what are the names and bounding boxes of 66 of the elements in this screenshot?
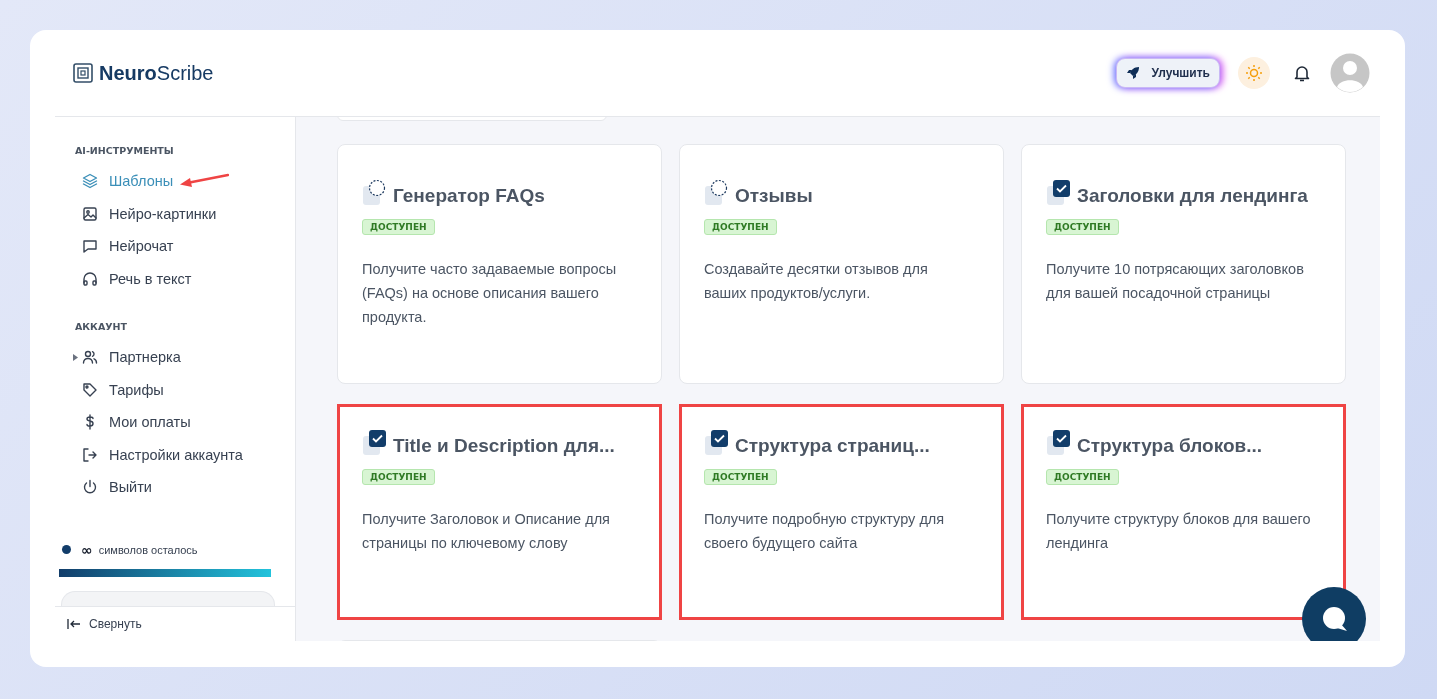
image-icon — [82, 205, 98, 222]
sidebar-item[interactable]: Тарифы — [82, 381, 164, 398]
template-card[interactable]: Заголовки для лендинга ДОСТУПЕН Получите 10 потрясающих заголовков для вашей посадочной страницы — [1021, 144, 1346, 384]
card-title: Title и Description для... — [393, 435, 615, 457]
logo-icon — [73, 63, 93, 83]
card-description: Получите 10 потрясающих заголовков для вашей посадочной страницы — [1046, 260, 1305, 303]
chat-button[interactable] — [1302, 587, 1366, 641]
sidebar-item[interactable]: Нейрочат — [82, 238, 174, 255]
checkbox-icon — [1046, 429, 1072, 457]
theme-toggle[interactable] — [1238, 57, 1270, 89]
card-description: Создавайте десятки отзывов для ваших продуктов/услуги. — [704, 260, 929, 303]
annotation-arrow — [179, 173, 230, 190]
status-badge: ДОСТУПЕН — [704, 469, 777, 485]
sidebar-item[interactable]: Нейро-картинки — [82, 205, 217, 222]
card-title: Заголовки для лендинга — [1077, 185, 1308, 207]
checkbox-icon — [704, 429, 730, 457]
card-title: Структура блоков... — [1077, 435, 1263, 457]
template-card[interactable]: Отзывы ДОСТУПЕН Создавайте десятки отзывов для ваших продуктов/услуги. — [679, 144, 1004, 384]
rocket-icon — [1125, 66, 1140, 80]
collapse-icon — [67, 618, 81, 630]
card-title: Генератор FAQs — [393, 185, 545, 207]
chat-icon — [82, 238, 98, 255]
status-badge: ДОСТУПЕН — [362, 219, 435, 235]
collapse-link[interactable]: Свернуть — [67, 617, 142, 631]
status-badge: ДОСТУПЕН — [1046, 219, 1119, 235]
status-badge: ДОСТУПЕН — [1046, 469, 1119, 485]
headphones-icon — [82, 270, 98, 287]
dashed-circle-icon — [362, 179, 388, 207]
brand-name: NeuroScribe — [99, 61, 214, 85]
users-icon — [82, 349, 98, 366]
sidebar-item[interactable]: Выйти — [82, 479, 152, 496]
bell-icon[interactable] — [1292, 63, 1312, 83]
card-title: Структура страниц... — [735, 435, 930, 457]
card-description: Получите структуру блоков для вашего лендинга — [1046, 510, 1312, 553]
credits-label: символов осталось — [98, 543, 198, 556]
template-card[interactable]: Структура страниц... ДОСТУПЕН Получите подробную структуру для своего будущего сайта — [679, 404, 1004, 620]
sidebar-item[interactable]: Настройки аккаунта — [82, 446, 243, 463]
expand-caret-icon[interactable] — [73, 353, 78, 361]
sidebar-item[interactable]: Шаблоны — [82, 173, 174, 190]
exit-icon — [82, 446, 98, 463]
card-description: Получите подробную структуру для своего будущего сайта — [704, 510, 946, 553]
checkbox-icon — [1046, 179, 1072, 207]
card-description: Получите часто задаваемые вопросы (FAQs) на основе описания вашего продукта. — [362, 260, 618, 327]
avatar[interactable] — [1330, 53, 1370, 93]
section-heading: AI-ИНСТРУМЕНТЫ — [74, 145, 175, 156]
card-description: Получите Заголовок и Описание для страницы по ключевому слову — [362, 510, 611, 553]
promo-pill[interactable] — [61, 590, 275, 606]
status-badge: ДОСТУПЕН — [704, 219, 777, 235]
tag-icon — [82, 381, 98, 398]
upgrade-button[interactable]: Улучшить — [1115, 58, 1220, 88]
sidebar-item[interactable]: Речь в текст — [82, 270, 192, 287]
dashed-circle-icon — [704, 179, 730, 207]
layers-icon — [82, 173, 98, 190]
status-badge: ДОСТУПЕН — [362, 469, 435, 485]
sidebar-item[interactable]: Партнерка — [82, 349, 181, 366]
power-icon — [82, 479, 98, 496]
template-card[interactable]: Структура блоков... ДОСТУПЕН Получите структуру блоков для вашего лендинга — [1021, 404, 1346, 620]
sun-icon — [1245, 64, 1263, 82]
card-title: Отзывы — [735, 185, 813, 207]
sidebar-item[interactable]: Мои оплаты — [82, 414, 191, 431]
credits-symbol: ∞ — [81, 541, 93, 558]
status-dot — [62, 545, 71, 554]
checkbox-icon — [362, 429, 388, 457]
template-card[interactable]: Title и Description для... ДОСТУПЕН Получите Заголовок и Описание для страницы по ключевому слову — [337, 404, 662, 620]
section-heading: АККАУНТ — [74, 321, 128, 332]
template-card[interactable]: Генератор FAQs ДОСТУПЕН Получите часто задаваемые вопросы (FAQs) на основе описания вашего продукта. — [337, 144, 662, 384]
